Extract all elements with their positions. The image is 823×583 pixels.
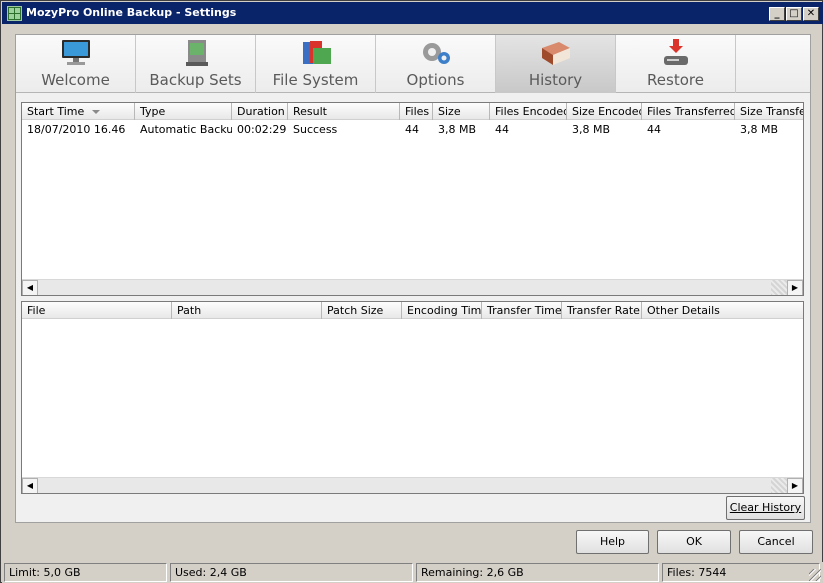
tab-options[interactable]: Options xyxy=(376,35,496,93)
table-cell: Automatic Backup xyxy=(140,123,232,136)
status-limit: Limit: 5,0 GB xyxy=(4,563,167,582)
column-header[interactable]: File xyxy=(22,302,172,319)
scroll-right-arrow-icon[interactable]: ▶ xyxy=(787,478,803,493)
ok-button[interactable]: OK xyxy=(657,530,731,554)
column-header[interactable]: Other Details xyxy=(642,302,803,319)
tab-label: Backup Sets xyxy=(149,71,242,89)
tab-label: File System xyxy=(272,71,359,89)
sort-descending-icon xyxy=(92,110,101,114)
status-files: Files: 7544 xyxy=(662,563,820,582)
column-header[interactable]: Patch Size xyxy=(322,302,402,319)
tab-welcome[interactable]: Welcome xyxy=(16,35,136,93)
history-detail-list[interactable]: File Path Patch Size Encoding Time Trans… xyxy=(21,301,804,494)
mozy-app-icon xyxy=(7,6,22,21)
tab-restore[interactable]: Restore xyxy=(616,35,736,93)
column-header[interactable]: Transfer Rate xyxy=(562,302,642,319)
tab-label: Restore xyxy=(647,71,704,89)
help-button[interactable]: Help xyxy=(576,530,649,554)
table-cell: 44 xyxy=(405,123,419,136)
monitor-icon xyxy=(62,40,90,65)
table-cell: 3,8 MB xyxy=(438,123,477,136)
maximize-button[interactable]: □ xyxy=(786,7,802,21)
table-cell: 18/07/2010 16.46 xyxy=(27,123,126,136)
table-cell: 44 xyxy=(647,123,661,136)
restore-drive-icon xyxy=(664,39,688,65)
status-bar: Limit: 5,0 GB Used: 2,4 GB Remaining: 2,… xyxy=(2,562,823,583)
history-header: Start Time Type Duration Result Files Si… xyxy=(22,103,803,120)
tab-backup-sets[interactable]: Backup Sets xyxy=(136,35,256,93)
column-header[interactable]: Duration xyxy=(232,103,288,120)
settings-panel: Welcome Backup Sets File System Options … xyxy=(15,34,811,523)
title-bar[interactable]: MozyPro Online Backup - Settings _ □ ✕ xyxy=(2,2,823,24)
clear-history-label: Clear History xyxy=(729,501,802,514)
tab-label: Options xyxy=(406,71,465,89)
backup-sets-icon xyxy=(186,40,208,66)
minimize-button[interactable]: _ xyxy=(769,7,785,21)
column-header[interactable]: Files Transferred xyxy=(642,103,735,120)
size-grip xyxy=(771,280,787,295)
tab-history[interactable]: History xyxy=(496,35,616,93)
resize-grip-icon[interactable] xyxy=(809,569,821,581)
column-header[interactable]: Result xyxy=(288,103,400,120)
column-header[interactable]: Files Encoded xyxy=(490,103,567,120)
scroll-left-arrow-icon[interactable]: ◀ xyxy=(22,280,38,295)
column-header[interactable]: Transfer Time xyxy=(482,302,562,319)
cancel-button[interactable]: Cancel xyxy=(739,530,813,554)
column-header[interactable]: Type xyxy=(135,103,232,120)
column-header[interactable]: Size Encoded xyxy=(567,103,642,120)
table-row[interactable]: 18/07/2010 16.46 Automatic Backup 00:02:… xyxy=(22,122,803,138)
scroll-left-arrow-icon[interactable]: ◀ xyxy=(22,478,38,493)
column-header[interactable]: Files xyxy=(400,103,433,120)
tab-bar: Welcome Backup Sets File System Options … xyxy=(16,35,810,93)
status-used: Used: 2,4 GB xyxy=(170,563,413,582)
history-list[interactable]: Start Time Type Duration Result Files Si… xyxy=(21,102,804,296)
column-header[interactable]: Encoding Time xyxy=(402,302,482,319)
window-title: MozyPro Online Backup - Settings xyxy=(26,6,237,19)
column-header[interactable]: Size Transfer xyxy=(735,103,803,120)
column-header[interactable]: Size xyxy=(433,103,490,120)
table-cell: 44 xyxy=(495,123,509,136)
scroll-right-arrow-icon[interactable]: ▶ xyxy=(787,280,803,295)
table-cell: 3,8 MB xyxy=(572,123,611,136)
tab-label: History xyxy=(528,71,583,89)
table-cell: 3,8 MB xyxy=(740,123,779,136)
settings-window: MozyPro Online Backup - Settings _ □ ✕ W… xyxy=(0,0,823,583)
folders-icon xyxy=(303,41,331,64)
table-cell: Success xyxy=(293,123,338,136)
detail-horizontal-scrollbar[interactable]: ◀ ▶ xyxy=(22,477,803,493)
detail-header: File Path Patch Size Encoding Time Trans… xyxy=(22,302,803,319)
status-remaining: Remaining: 2,6 GB xyxy=(416,563,659,582)
tab-file-system[interactable]: File System xyxy=(256,35,376,93)
column-header[interactable]: Path xyxy=(172,302,322,319)
column-header[interactable]: Start Time xyxy=(22,103,135,120)
clear-history-button[interactable]: Clear History xyxy=(726,496,805,520)
tab-label: Welcome xyxy=(41,71,110,89)
table-cell: 00:02:29 xyxy=(237,123,287,136)
close-button[interactable]: ✕ xyxy=(803,7,819,21)
gears-icon xyxy=(423,43,450,64)
history-horizontal-scrollbar[interactable]: ◀ ▶ xyxy=(22,279,803,295)
book-icon xyxy=(542,42,570,65)
size-grip xyxy=(771,478,787,493)
